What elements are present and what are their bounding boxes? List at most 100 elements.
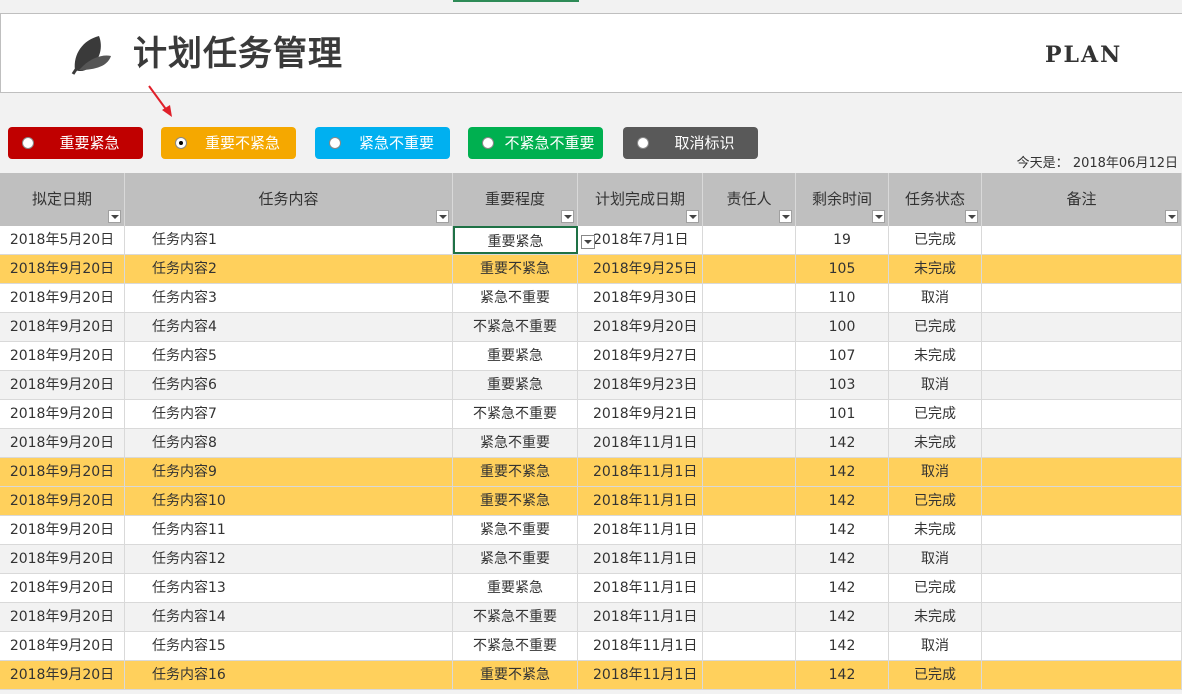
filter-dropdown-icon[interactable]	[108, 210, 121, 223]
col-draft-date-cell[interactable]: 2018年9月20日	[0, 429, 125, 457]
col-task-status-cell[interactable]: 未完成	[889, 603, 982, 631]
col-draft-date-cell[interactable]: 2018年9月20日	[0, 487, 125, 515]
col-task-status-cell[interactable]: 已完成	[889, 226, 982, 254]
col-remark-cell[interactable]	[982, 661, 1182, 689]
col-task-status-cell[interactable]: 取消	[889, 545, 982, 573]
filter-dropdown-icon[interactable]	[561, 210, 574, 223]
col-remark-cell[interactable]	[982, 632, 1182, 660]
col-task-status-cell[interactable]: 取消	[889, 458, 982, 486]
legend-important-not-urgent-button[interactable]: 重要不紧急	[161, 127, 296, 159]
col-task-content-cell[interactable]: 任务内容4	[125, 313, 453, 341]
col-draft-date-cell[interactable]: 2018年5月20日	[0, 226, 125, 254]
col-remark-cell[interactable]	[982, 371, 1182, 399]
filter-dropdown-icon[interactable]	[779, 210, 792, 223]
col-owner-cell[interactable]	[703, 284, 796, 312]
col-owner-cell[interactable]	[703, 400, 796, 428]
col-remaining-time-cell[interactable]: 105	[796, 255, 889, 283]
col-importance-cell[interactable]: 紧急不重要	[453, 429, 578, 457]
col-draft-date-cell[interactable]: 2018年9月20日	[0, 400, 125, 428]
col-draft-date-cell[interactable]: 2018年9月20日	[0, 458, 125, 486]
col-draft-date-cell[interactable]: 2018年9月20日	[0, 342, 125, 370]
col-owner-cell[interactable]	[703, 226, 796, 254]
col-remark-cell[interactable]	[982, 342, 1182, 370]
filter-dropdown-icon[interactable]	[686, 210, 699, 223]
col-importance-cell[interactable]: 不紧急不重要	[453, 603, 578, 631]
col-owner-cell[interactable]	[703, 487, 796, 515]
col-task-content-cell[interactable]: 任务内容3	[125, 284, 453, 312]
col-draft-date-cell[interactable]: 2018年9月20日	[0, 574, 125, 602]
col-remaining-time-cell[interactable]: 107	[796, 342, 889, 370]
col-plan-finish-date-cell[interactable]: 2018年11月1日	[578, 661, 703, 689]
col-task-content-cell[interactable]: 任务内容2	[125, 255, 453, 283]
col-remark-cell[interactable]	[982, 574, 1182, 602]
col-plan-finish-date-cell[interactable]: 2018年9月30日	[578, 284, 703, 312]
col-owner-cell[interactable]	[703, 255, 796, 283]
col-task-status-cell[interactable]: 已完成	[889, 400, 982, 428]
col-task-content-cell[interactable]: 任务内容6	[125, 371, 453, 399]
col-importance-cell[interactable]: 重要紧急	[453, 574, 578, 602]
col-owner-cell[interactable]	[703, 574, 796, 602]
col-remark-cell[interactable]	[982, 545, 1182, 573]
col-importance-cell[interactable]: 重要不紧急	[453, 255, 578, 283]
col-remark-cell[interactable]	[982, 400, 1182, 428]
col-task-content-cell[interactable]: 任务内容9	[125, 458, 453, 486]
col-task-content-cell[interactable]: 任务内容12	[125, 545, 453, 573]
col-task-status-cell[interactable]: 未完成	[889, 255, 982, 283]
col-task-status-cell[interactable]: 取消	[889, 371, 982, 399]
col-plan-finish-date-cell[interactable]: 2018年9月23日	[578, 371, 703, 399]
col-plan-finish-date-cell[interactable]: 2018年11月1日	[578, 574, 703, 602]
col-owner-cell[interactable]	[703, 632, 796, 660]
col-remaining-time-cell[interactable]: 19	[796, 226, 889, 254]
col-remark-cell[interactable]	[982, 458, 1182, 486]
col-draft-date-cell[interactable]: 2018年9月20日	[0, 545, 125, 573]
col-task-status-cell[interactable]: 取消	[889, 284, 982, 312]
col-draft-date-cell[interactable]: 2018年9月20日	[0, 371, 125, 399]
col-task-status-cell[interactable]: 已完成	[889, 313, 982, 341]
col-importance-cell[interactable]: 不紧急不重要	[453, 400, 578, 428]
col-draft-date-cell[interactable]: 2018年9月20日	[0, 632, 125, 660]
col-plan-finish-date-cell[interactable]: 2018年9月21日	[578, 400, 703, 428]
col-remark-cell[interactable]	[982, 487, 1182, 515]
col-owner-cell[interactable]	[703, 661, 796, 689]
col-importance-cell[interactable]: 不紧急不重要	[453, 313, 578, 341]
col-remaining-time-cell[interactable]: 142	[796, 487, 889, 515]
cell-dropdown-button[interactable]	[581, 235, 595, 249]
col-remaining-time-cell[interactable]: 100	[796, 313, 889, 341]
col-owner-cell[interactable]	[703, 545, 796, 573]
col-remark-cell[interactable]	[982, 226, 1182, 254]
col-remaining-time-cell[interactable]: 142	[796, 603, 889, 631]
col-task-status-cell[interactable]: 取消	[889, 632, 982, 660]
filter-dropdown-icon[interactable]	[436, 210, 449, 223]
col-remaining-time-cell[interactable]: 110	[796, 284, 889, 312]
col-remark-cell[interactable]	[982, 516, 1182, 544]
col-task-status-cell[interactable]: 未完成	[889, 342, 982, 370]
col-task-content-cell[interactable]: 任务内容10	[125, 487, 453, 515]
col-remaining-time-cell[interactable]: 103	[796, 371, 889, 399]
col-remaining-time-cell[interactable]: 142	[796, 429, 889, 457]
col-remark-cell[interactable]	[982, 313, 1182, 341]
col-remark-cell[interactable]	[982, 429, 1182, 457]
col-draft-date-cell[interactable]: 2018年9月20日	[0, 255, 125, 283]
col-importance-cell[interactable]: 紧急不重要	[453, 284, 578, 312]
col-importance-cell[interactable]: 重要紧急	[453, 342, 578, 370]
col-remark-cell[interactable]	[982, 255, 1182, 283]
legend-cancel-mark-button[interactable]: 取消标识	[623, 127, 758, 159]
col-plan-finish-date-cell[interactable]: 2018年11月1日	[578, 429, 703, 457]
col-task-content-cell[interactable]: 任务内容8	[125, 429, 453, 457]
col-importance-cell[interactable]: 紧急不重要	[453, 545, 578, 573]
col-task-content-cell[interactable]: 任务内容7	[125, 400, 453, 428]
col-task-content-cell[interactable]: 任务内容14	[125, 603, 453, 631]
col-owner-cell[interactable]	[703, 516, 796, 544]
col-task-content-cell[interactable]: 任务内容11	[125, 516, 453, 544]
col-task-status-cell[interactable]: 未完成	[889, 516, 982, 544]
col-plan-finish-date-cell[interactable]: 2018年11月1日	[578, 458, 703, 486]
col-task-content-cell[interactable]: 任务内容16	[125, 661, 453, 689]
col-importance-cell[interactable]: 重要不紧急	[453, 487, 578, 515]
col-draft-date-cell[interactable]: 2018年9月20日	[0, 284, 125, 312]
col-plan-finish-date-cell[interactable]: 2018年7月1日	[578, 226, 703, 254]
col-remaining-time-cell[interactable]: 142	[796, 545, 889, 573]
col-plan-finish-date-cell[interactable]: 2018年9月20日	[578, 313, 703, 341]
col-owner-cell[interactable]	[703, 429, 796, 457]
col-task-status-cell[interactable]: 已完成	[889, 487, 982, 515]
col-plan-finish-date-cell[interactable]: 2018年11月1日	[578, 516, 703, 544]
